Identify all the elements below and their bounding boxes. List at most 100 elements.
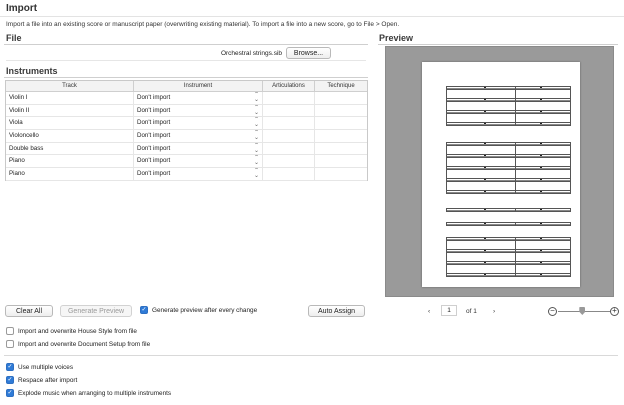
rest-mark <box>484 179 486 180</box>
rest-mark <box>484 143 486 144</box>
rest-mark <box>484 274 486 275</box>
file-heading-rule <box>4 44 368 45</box>
explode-music-checkbox[interactable]: ✓ Explode music when arranging to multip… <box>6 389 171 397</box>
use-multiple-voices-checkbox[interactable]: ✓ Use multiple voices <box>6 363 73 371</box>
up-down-arrows-icon: ⌃ ⌄ <box>253 142 259 154</box>
barline <box>446 142 447 194</box>
overwrite-document-setup-checkbox[interactable]: Import and overwrite Document Setup from… <box>6 340 150 348</box>
rest-mark <box>540 155 542 156</box>
staff <box>446 166 570 170</box>
dialog-title: Import <box>6 3 38 14</box>
articulations-cell[interactable] <box>263 117 315 130</box>
column-header-technique[interactable]: Technique <box>315 81 367 91</box>
table-row[interactable]: Violin II Don't import ⌃ ⌄ <box>6 104 367 118</box>
instrument-select-value: Don't import <box>137 119 171 127</box>
minus-icon: − <box>550 306 555 315</box>
staff <box>446 110 570 114</box>
clear-all-button[interactable]: Clear All <box>5 305 53 317</box>
rest-mark <box>484 99 486 100</box>
track-cell: Violin II <box>6 104 134 117</box>
technique-cell[interactable] <box>315 130 367 142</box>
technique-cell[interactable] <box>315 92 367 104</box>
zoom-out-button[interactable]: − <box>548 307 557 316</box>
staff <box>446 178 570 182</box>
rest-mark <box>540 123 542 124</box>
instrument-select[interactable]: Don't import ⌃ ⌄ <box>134 155 263 168</box>
staff <box>446 208 570 212</box>
instrument-select[interactable]: Don't import ⌃ ⌄ <box>134 92 263 104</box>
table-body: Violin I Don't import ⌃ ⌄ Violin II Don't … <box>6 92 367 181</box>
staff <box>446 222 570 226</box>
checkbox-box <box>6 340 14 348</box>
generate-preview-after-change-checkbox[interactable]: ✓ Generate preview after every change <box>140 306 257 314</box>
instrument-select[interactable]: Don't import ⌃ ⌄ <box>134 117 263 130</box>
up-down-arrows-icon: ⌃ ⌄ <box>253 92 259 103</box>
page-number-input[interactable]: 1 <box>441 305 457 316</box>
table-row[interactable]: Piano Don't import ⌃ ⌄ <box>6 168 367 181</box>
checkmark-icon: ✓ <box>6 363 14 371</box>
rest-mark <box>540 238 542 239</box>
barline <box>515 222 516 226</box>
articulations-cell[interactable] <box>263 155 315 168</box>
technique-cell[interactable] <box>315 105 367 117</box>
table-row[interactable]: Viola Don't import ⌃ ⌄ <box>6 117 367 131</box>
table-row[interactable]: Violin I Don't import ⌃ ⌄ <box>6 92 367 105</box>
next-page-button[interactable]: › <box>493 308 495 315</box>
preview-pane[interactable] <box>385 46 614 297</box>
articulations-cell[interactable] <box>263 92 315 104</box>
options-divider <box>4 355 618 356</box>
barline <box>515 237 516 277</box>
column-header-articulations[interactable]: Articulations <box>263 81 315 91</box>
overwrite-house-style-checkbox[interactable]: Import and overwrite House Style from fi… <box>6 327 137 335</box>
rest-mark <box>540 223 542 224</box>
column-header-track[interactable]: Track <box>6 81 134 91</box>
rest-mark <box>540 167 542 168</box>
zoom-in-button[interactable]: + <box>610 307 619 316</box>
instrument-select[interactable]: Don't import ⌃ ⌄ <box>134 104 263 117</box>
track-cell: Piano <box>6 155 134 168</box>
prev-page-button[interactable]: ‹ <box>428 308 430 315</box>
preview-heading: Preview <box>379 33 414 43</box>
staff <box>446 249 570 253</box>
articulations-cell[interactable] <box>263 130 315 142</box>
title-divider <box>0 16 624 17</box>
file-name: Orchestral strings.sib <box>220 50 282 57</box>
instrument-select-value: Don't import <box>137 94 171 101</box>
barline <box>570 208 571 212</box>
articulations-cell[interactable] <box>263 168 315 180</box>
barline <box>570 237 571 277</box>
checkmark-icon: ✓ <box>6 389 14 397</box>
up-down-arrows-icon: ⌃ ⌄ <box>253 168 259 180</box>
table-row[interactable]: Violoncello Don't import ⌃ ⌄ <box>6 130 367 143</box>
zoom-slider-thumb[interactable] <box>579 307 586 315</box>
up-down-arrows-icon: ⌃ ⌄ <box>253 155 259 167</box>
instrument-select[interactable]: Don't import ⌃ ⌄ <box>134 142 263 155</box>
articulations-cell[interactable] <box>263 104 315 117</box>
checkbox-label: Explode music when arranging to multiple… <box>18 389 172 397</box>
chevron-right-icon: › <box>493 308 496 315</box>
browse-button[interactable]: Browse... <box>286 47 331 59</box>
instrument-select[interactable]: Don't import ⌃ ⌄ <box>134 130 263 142</box>
barline <box>446 222 447 226</box>
respace-after-import-checkbox[interactable]: ✓ Respace after import <box>6 376 77 384</box>
rest-mark <box>540 209 542 210</box>
technique-cell[interactable] <box>315 117 367 129</box>
articulations-cell[interactable] <box>263 142 315 155</box>
technique-cell[interactable] <box>315 155 367 167</box>
checkmark-icon: ✓ <box>6 376 14 384</box>
barline <box>446 208 447 212</box>
rest-mark <box>484 250 486 251</box>
table-row[interactable]: Piano Don't import ⌃ ⌄ <box>6 155 367 169</box>
rest-mark <box>540 143 542 144</box>
staff <box>446 237 570 241</box>
rest-mark <box>484 191 486 192</box>
auto-assign-button[interactable]: Auto Assign <box>308 305 365 317</box>
preview-heading-rule <box>378 44 618 45</box>
column-header-instrument[interactable]: Instrument <box>134 81 263 91</box>
generate-preview-button[interactable]: Generate Preview <box>60 305 132 317</box>
track-cell: Violin I <box>6 92 134 104</box>
technique-cell[interactable] <box>315 168 367 180</box>
technique-cell[interactable] <box>315 143 367 155</box>
table-row[interactable]: Double bass Don't import ⌃ ⌄ <box>6 142 367 156</box>
instrument-select[interactable]: Don't import ⌃ ⌄ <box>134 168 263 180</box>
